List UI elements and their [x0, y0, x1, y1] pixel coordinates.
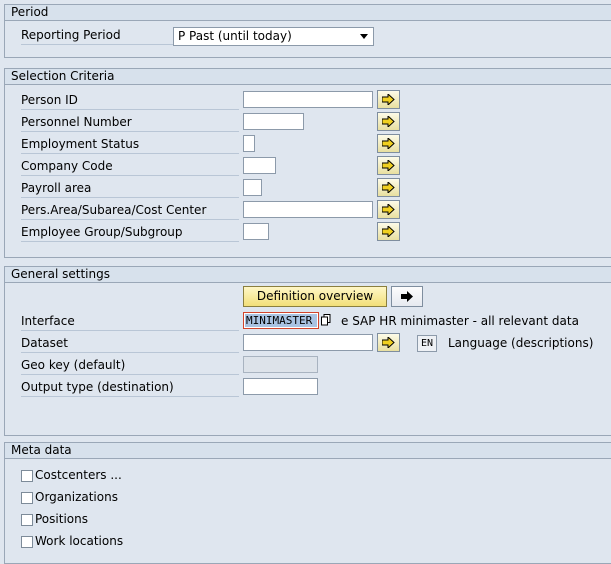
interface-value: MINIMASTER	[245, 314, 317, 327]
arrow-right-icon	[382, 116, 395, 127]
reporting-period-select[interactable]: P Past (until today)	[173, 27, 374, 46]
costcenters-label: Costcenters ...	[35, 468, 122, 482]
costcenters-checkbox[interactable]	[21, 470, 33, 482]
dataset-input[interactable]	[243, 334, 373, 351]
person-id-input[interactable]	[243, 91, 373, 108]
period-group: Period Reporting Period P Past (until to…	[4, 4, 611, 58]
interface-description: e SAP HR minimaster - all relevant data	[341, 314, 579, 328]
reporting-period-value: P Past (until today)	[178, 29, 292, 43]
dataset-label: Dataset	[21, 334, 239, 353]
selection-criteria-group: Selection Criteria Person ID Personnel N…	[4, 68, 611, 258]
definition-overview-button[interactable]: Definition overview	[243, 286, 387, 307]
positions-checkbox[interactable]	[21, 514, 33, 526]
arrow-right-icon	[382, 182, 395, 193]
pers-area-label: Pers.Area/Subarea/Cost Center	[21, 201, 239, 220]
interface-label: Interface	[21, 312, 239, 331]
personnel-number-input[interactable]	[243, 113, 304, 130]
employment-status-multiselect-button[interactable]	[377, 134, 400, 153]
output-type-label: Output type (destination)	[21, 378, 239, 397]
arrow-right-icon	[382, 160, 395, 171]
work-locations-checkbox[interactable]	[21, 536, 33, 548]
arrow-right-icon	[382, 226, 395, 237]
arrow-right-icon	[382, 94, 395, 105]
period-group-title: Period	[5, 5, 611, 21]
employee-group-multiselect-button[interactable]	[377, 222, 400, 241]
organizations-label: Organizations	[35, 490, 118, 504]
positions-label: Positions	[35, 512, 88, 526]
person-id-label: Person ID	[21, 91, 239, 110]
personnel-number-multiselect-button[interactable]	[377, 112, 400, 131]
arrow-right-icon	[382, 204, 395, 215]
meta-data-group: Meta data Costcenters ... Organizations …	[4, 442, 611, 564]
employee-group-input[interactable]	[243, 223, 269, 240]
interface-input[interactable]: MINIMASTER	[243, 312, 319, 329]
dataset-multiselect-button[interactable]	[377, 333, 400, 352]
arrow-right-icon	[382, 138, 395, 149]
selection-criteria-title: Selection Criteria	[5, 69, 611, 85]
organizations-checkbox[interactable]	[21, 492, 33, 504]
person-id-multiselect-button[interactable]	[377, 90, 400, 109]
dropdown-arrow-icon[interactable]	[360, 34, 368, 39]
copy-icon[interactable]	[321, 314, 331, 326]
employment-status-label: Employment Status	[21, 135, 239, 154]
arrow-right-icon	[401, 291, 413, 302]
meta-data-title: Meta data	[5, 443, 611, 459]
personnel-number-label: Personnel Number	[21, 113, 239, 132]
geo-key-input	[243, 356, 318, 373]
arrow-right-icon	[382, 337, 395, 348]
geo-key-label: Geo key (default)	[21, 356, 239, 375]
company-code-input[interactable]	[243, 157, 276, 174]
employment-status-input[interactable]	[243, 135, 255, 152]
definition-next-button[interactable]	[391, 286, 423, 307]
pers-area-input[interactable]	[243, 201, 373, 218]
company-code-label: Company Code	[21, 157, 239, 176]
employee-group-label: Employee Group/Subgroup	[21, 223, 239, 242]
work-locations-label: Work locations	[35, 534, 124, 548]
company-code-multiselect-button[interactable]	[377, 156, 400, 175]
general-settings-group: General settings Definition overview Int…	[4, 266, 611, 436]
general-settings-title: General settings	[5, 267, 611, 283]
payroll-area-multiselect-button[interactable]	[377, 178, 400, 197]
language-code: EN	[417, 335, 437, 352]
language-label: Language (descriptions)	[448, 336, 594, 350]
output-type-input[interactable]	[243, 378, 318, 395]
pers-area-multiselect-button[interactable]	[377, 200, 400, 219]
payroll-area-input[interactable]	[243, 179, 262, 196]
payroll-area-label: Payroll area	[21, 179, 239, 198]
